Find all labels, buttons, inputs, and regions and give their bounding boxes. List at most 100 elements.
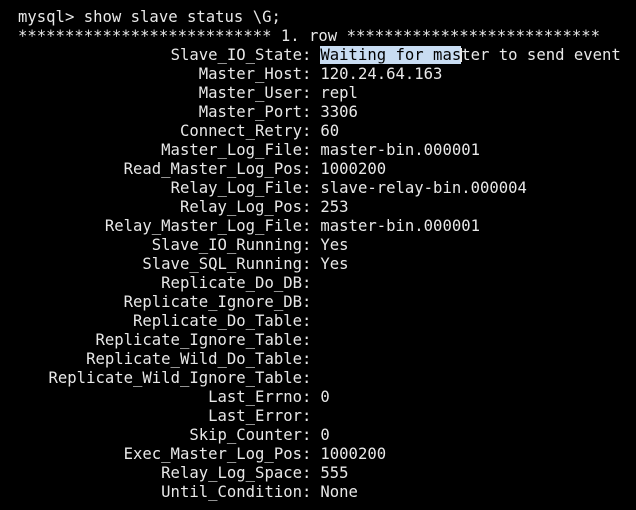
field-key: Until_Condition [161, 483, 302, 501]
status-field-exec-master-log-pos: Exec_Master_Log_Pos:1000200 [0, 445, 636, 464]
field-key: Master_User [198, 84, 302, 102]
field-value [311, 312, 320, 331]
status-field-read-master-log-pos: Read_Master_Log_Pos:1000200 [0, 160, 636, 179]
status-field-master-host: Master_Host:120.24.64.163 [0, 65, 636, 84]
field-colon: : [302, 312, 312, 330]
field-colon: : [302, 407, 312, 425]
field-value: slave-relay-bin.000004 [320, 179, 527, 197]
field-colon: : [302, 160, 312, 178]
field-value: 3306 [320, 103, 358, 121]
terminal-window[interactable]: mysql> show slave status \G; ***********… [0, 0, 636, 510]
status-field-slave-io-running: Slave_IO_Running: Yes [0, 236, 636, 255]
field-key: Last_Errno [208, 388, 302, 406]
status-field-last-errno: Last_Errno:0 [0, 388, 636, 407]
status-field-replicate-do-table: Replicate_Do_Table: [0, 312, 636, 331]
field-key: Skip_Counter [189, 426, 302, 444]
field-value [311, 350, 320, 369]
status-field-master-port: Master_Port:3306 [0, 103, 636, 122]
field-colon: : [302, 483, 312, 501]
field-key: Relay_Log_Pos [179, 198, 302, 216]
field-value: master-bin.000001 [320, 141, 480, 159]
field-key: Slave_SQL_Running [142, 255, 302, 273]
field-colon: : [302, 350, 312, 368]
row-separator: *************************** 1. row *****… [18, 27, 601, 45]
field-key: Master_Log_File [161, 141, 302, 159]
status-field-master-log-file: Master_Log_File: master-bin.000001 [0, 141, 636, 160]
field-key: Master_Host [198, 65, 302, 83]
field-colon: : [302, 464, 312, 482]
field-value: 1000200 [320, 160, 387, 178]
status-field-relay-log-space: Relay_Log_Space:555 [0, 464, 636, 483]
field-colon: : [302, 255, 312, 273]
field-colon: : [302, 445, 312, 463]
field-colon: : [302, 141, 312, 159]
field-value: 0 [320, 388, 330, 406]
field-value: 1000200 [320, 445, 387, 463]
field-value [311, 331, 320, 350]
field-key: Read_Master_Log_Pos [123, 160, 302, 178]
status-field-replicate-wild-do-table: Replicate_Wild_Do_Table: [0, 350, 636, 369]
status-field-master-user: Master_User: repl [0, 84, 636, 103]
status-field-relay-master-log-file: Relay_Master_Log_File: master-bin.000001 [0, 217, 636, 236]
selected-text[interactable]: Waiting for mas [320, 46, 462, 64]
status-field-replicate-ignore-table: Replicate_Ignore_Table: [0, 331, 636, 350]
status-field-last-error: Last_Error: [0, 407, 636, 426]
field-value [311, 293, 320, 312]
field-value: 555 [320, 464, 349, 482]
field-colon: : [302, 103, 312, 121]
status-field-until-condition: Until_Condition: None [0, 483, 636, 502]
field-value: 253 [320, 198, 349, 216]
field-value: 60 [320, 122, 340, 140]
field-key: Replicate_Wild_Do_Table [86, 350, 302, 368]
field-key: Slave_IO_State [170, 46, 302, 64]
field-key: Replicate_Wild_Ignore_Table [48, 369, 302, 387]
field-value: None [320, 483, 358, 501]
field-colon: : [302, 293, 312, 311]
status-field-replicate-ignore-db: Replicate_Ignore_DB: [0, 293, 636, 312]
field-colon: : [302, 426, 312, 444]
field-value [311, 369, 320, 388]
field-key: Relay_Log_File [170, 179, 302, 197]
field-colon: : [302, 198, 312, 216]
field-key: Replicate_Do_Table [133, 312, 302, 330]
field-colon: : [302, 369, 312, 387]
status-field-replicate-wild-ignore-table: Replicate_Wild_Ignore_Table: [0, 369, 636, 388]
field-colon: : [302, 274, 312, 292]
field-colon: : [302, 236, 312, 254]
status-field-replicate-do-db: Replicate_Do_DB: [0, 274, 636, 293]
field-key: Connect_Retry [179, 122, 302, 140]
field-value: 120.24.64.163 [320, 65, 443, 83]
field-colon: : [302, 65, 312, 83]
field-key: Last_Error [208, 407, 302, 425]
field-colon: : [302, 84, 312, 102]
status-field-connect-retry: Connect_Retry:60 [0, 122, 636, 141]
field-value: Yes [320, 255, 349, 273]
field-key: Slave_IO_Running [151, 236, 302, 254]
field-value [311, 274, 320, 293]
field-colon: : [302, 179, 312, 197]
field-value-rest: ter to send event [461, 46, 621, 64]
field-value: 0 [320, 426, 330, 444]
field-value: master-bin.000001 [320, 217, 480, 235]
field-colon: : [302, 217, 312, 235]
field-key: Relay_Master_Log_File [104, 217, 302, 235]
field-key: Replicate_Ignore_Table [95, 331, 302, 349]
status-field-relay-log-pos: Relay_Log_Pos:253 [0, 198, 636, 217]
field-value[interactable]: Waiting for master to send event [311, 46, 621, 65]
field-value: repl [320, 84, 358, 102]
status-field-relay-log-file: Relay_Log_File: slave-relay-bin.000004 [0, 179, 636, 198]
status-field-slave-io-state: Slave_IO_State: Waiting for master to sen… [0, 46, 636, 65]
field-key: Replicate_Do_DB [161, 274, 302, 292]
field-key: Exec_Master_Log_Pos [123, 445, 302, 463]
command-prompt-line: mysql> show slave status \G; [18, 8, 281, 26]
field-key: Master_Port [198, 103, 302, 121]
field-colon: : [302, 46, 312, 64]
field-colon: : [302, 388, 312, 406]
field-key: Replicate_Ignore_DB [123, 293, 302, 311]
field-value: Yes [320, 236, 349, 254]
field-value [311, 407, 320, 426]
field-colon: : [302, 122, 312, 140]
field-key: Relay_Log_Space [161, 464, 302, 482]
status-field-slave-sql-running: Slave_SQL_Running: Yes [0, 255, 636, 274]
status-field-skip-counter: Skip_Counter:0 [0, 426, 636, 445]
